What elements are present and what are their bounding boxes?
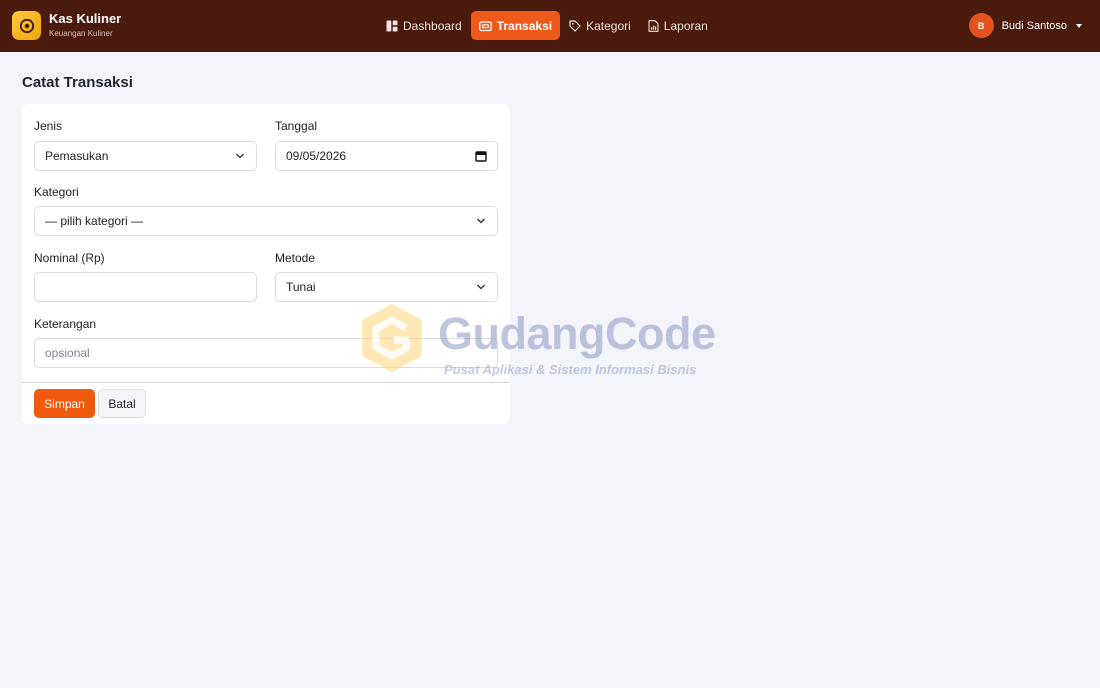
brand-logo-icon bbox=[12, 11, 41, 40]
user-name: Budi Santoso bbox=[1001, 19, 1067, 32]
keterangan-placeholder: opsional bbox=[45, 346, 90, 360]
kategori-value: — pilih kategori — bbox=[45, 214, 144, 228]
watermark-logo-icon bbox=[362, 304, 422, 372]
brand-title: Kas Kuliner bbox=[49, 11, 122, 26]
chevron-down-icon bbox=[236, 153, 244, 159]
nav-item-kategori[interactable]: Kategori bbox=[561, 11, 639, 40]
nav-label-laporan: Laporan bbox=[663, 18, 708, 33]
jenis-label: Jenis bbox=[34, 119, 63, 133]
cancel-button[interactable]: Batal bbox=[98, 389, 146, 418]
report-icon bbox=[648, 19, 659, 32]
brand-subtitle: Keuangan Kuliner bbox=[49, 29, 113, 38]
caret-down-icon bbox=[1076, 23, 1082, 28]
avatar: B bbox=[968, 13, 994, 38]
dashboard-icon bbox=[386, 20, 398, 31]
nav-item-laporan[interactable]: Laporan bbox=[640, 11, 716, 40]
main-nav: Dashboard Transaksi Kategori Laporan bbox=[378, 11, 717, 40]
top-navbar: Kas Kuliner Keuangan Kuliner Dashboard T… bbox=[0, 0, 1100, 52]
metode-select[interactable]: Tunai bbox=[275, 272, 498, 302]
page-title: Catat Transaksi bbox=[22, 74, 133, 91]
save-button[interactable]: Simpan bbox=[34, 389, 95, 418]
chevron-down-icon bbox=[477, 284, 485, 290]
user-menu[interactable]: B Budi Santoso bbox=[968, 13, 1082, 38]
tag-icon bbox=[569, 19, 581, 32]
nav-item-transaksi[interactable]: Transaksi bbox=[470, 11, 561, 40]
tanggal-date-input[interactable]: 09/05/2026 bbox=[275, 141, 498, 171]
nav-label-kategori: Kategori bbox=[586, 18, 631, 33]
chevron-down-icon bbox=[477, 218, 485, 224]
watermark-subtitle: Pusat Aplikasi & Sistem Informasi Bisnis bbox=[444, 362, 697, 377]
nominal-label: Nominal (Rp) bbox=[34, 251, 105, 265]
tanggal-label: Tanggal bbox=[275, 119, 318, 133]
keterangan-label: Keterangan bbox=[34, 317, 97, 331]
kategori-label: Kategori bbox=[34, 185, 79, 199]
jenis-select[interactable]: Pemasukan bbox=[34, 141, 257, 171]
wallet-icon bbox=[478, 20, 492, 31]
watermark: GudangCode Pusat Aplikasi & Sistem Infor… bbox=[356, 300, 756, 380]
watermark-title: GudangCode bbox=[438, 308, 716, 359]
kategori-select[interactable]: — pilih kategori — bbox=[34, 206, 498, 236]
jenis-value: Pemasukan bbox=[45, 149, 109, 163]
metode-value: Tunai bbox=[286, 280, 316, 294]
tanggal-value: 09/05/2026 bbox=[286, 149, 347, 163]
metode-label: Metode bbox=[275, 251, 316, 265]
nav-label-dashboard: Dashboard bbox=[403, 18, 462, 33]
brand[interactable]: Kas Kuliner Keuangan Kuliner bbox=[12, 11, 121, 40]
form-divider bbox=[22, 382, 510, 383]
nav-label-transaksi: Transaksi bbox=[496, 18, 553, 33]
calendar-icon[interactable] bbox=[475, 150, 487, 162]
nominal-input[interactable] bbox=[34, 272, 257, 302]
nav-item-dashboard[interactable]: Dashboard bbox=[378, 11, 470, 40]
